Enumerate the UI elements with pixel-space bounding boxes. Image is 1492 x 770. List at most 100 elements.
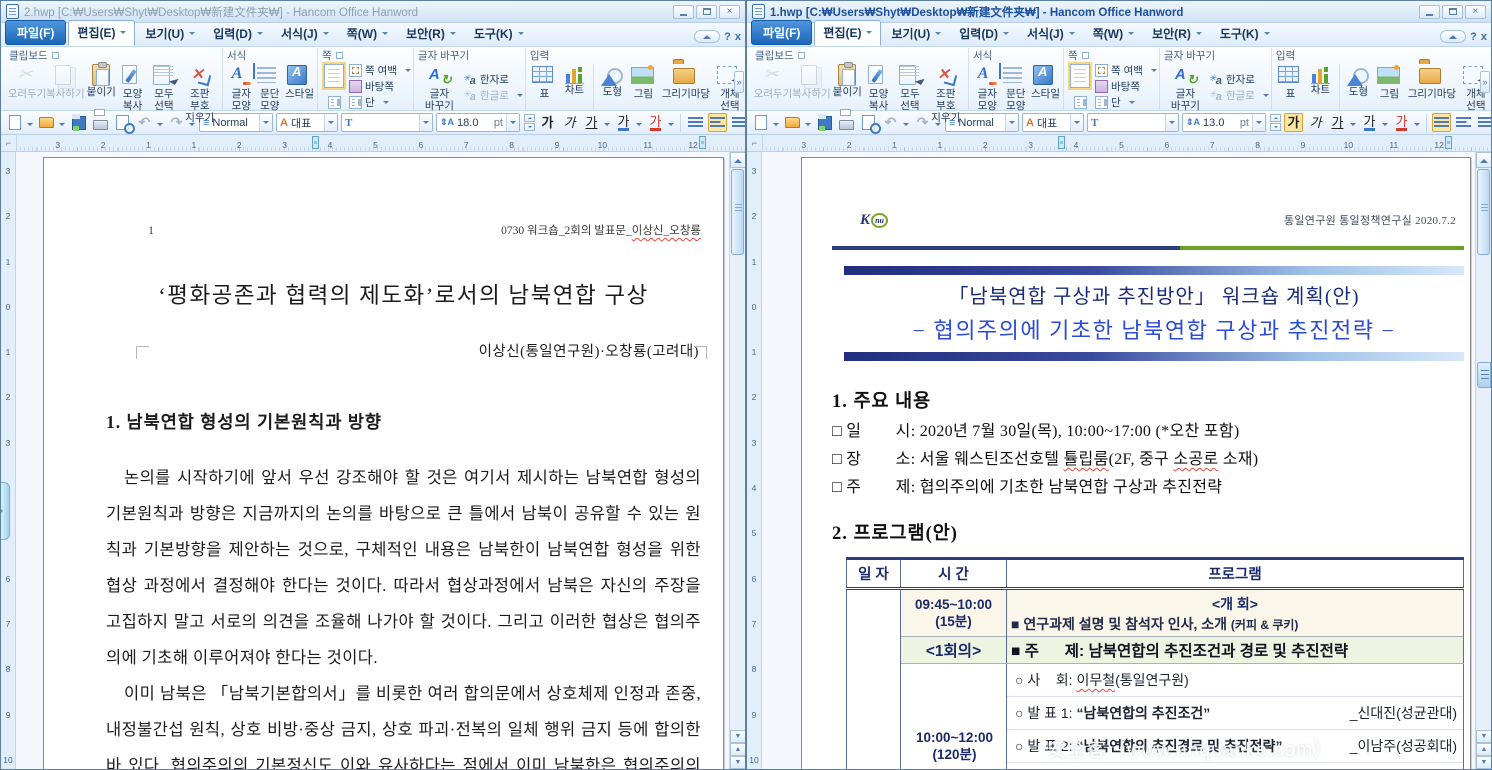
menu-security[interactable]: 보안(R) [398, 22, 464, 46]
undo-button[interactable] [135, 113, 154, 132]
scroll-down-button[interactable]: ▼ [730, 730, 745, 743]
page-margin-button[interactable]: 쪽 여백 [1095, 63, 1157, 78]
scroll-up-button[interactable] [730, 152, 745, 168]
document-page[interactable]: 1 0730 워크숍_2회의 발표문_이상신_오창룡 ‘평화공존과 협력의 제도… [43, 157, 724, 769]
next-page-button[interactable]: ▼ [730, 756, 745, 769]
italic-button[interactable]: 가 [560, 113, 579, 132]
menu-view[interactable]: 보기(U) [137, 22, 203, 46]
to-hangul-button[interactable]: 한글로 [1209, 88, 1269, 103]
chart-button[interactable]: 차트 [1305, 62, 1336, 113]
menu-file[interactable]: 파일(F) [751, 20, 813, 45]
chart-button[interactable]: 차트 [559, 62, 590, 113]
redo-button[interactable] [913, 113, 932, 132]
dialog-launcher-icon[interactable] [797, 52, 805, 59]
size-spinner[interactable] [524, 114, 535, 131]
base-page-button[interactable]: 바탕쪽 [1095, 79, 1157, 94]
save-button[interactable] [815, 113, 834, 132]
vertical-scrollbar[interactable]: ▼ ▲ ▼ [1475, 152, 1491, 769]
maximize-button[interactable] [1442, 4, 1463, 19]
vertical-ruler[interactable]: 321012345678910111213 [1, 152, 16, 769]
maximize-button[interactable] [696, 4, 717, 19]
style-button[interactable]: 스타일 [1030, 62, 1061, 113]
dialog-launcher-icon[interactable] [51, 52, 59, 59]
vertical-scrollbar[interactable]: ▼ ▲ ▼ [729, 152, 745, 769]
char-color-button[interactable]: 가 [614, 113, 633, 132]
scroll-down-button[interactable]: ▼ [1476, 730, 1491, 743]
underline-button[interactable]: 가 [582, 113, 601, 132]
open-button[interactable] [37, 113, 56, 132]
columns-icon[interactable] [327, 96, 341, 109]
document-tab-handle[interactable] [1477, 362, 1491, 388]
font-select[interactable]: T [341, 113, 433, 132]
italic-button[interactable]: 가 [1306, 113, 1325, 132]
page-icon[interactable] [324, 64, 344, 88]
menu-security[interactable]: 보안(R) [1144, 22, 1210, 46]
to-hanja-button[interactable]: 한자로 [1209, 72, 1269, 87]
scroll-thumb[interactable] [1477, 169, 1490, 255]
char-color-button[interactable]: 가 [1360, 113, 1379, 132]
scroll-thumb[interactable] [731, 169, 744, 255]
char-replace-button[interactable]: 글자 바꾸기 [418, 62, 461, 113]
minimize-button[interactable] [673, 4, 694, 19]
table-button[interactable]: 표 [530, 62, 559, 113]
dialog-launcher-icon[interactable] [1081, 52, 1089, 59]
ribbon-more-button[interactable] [734, 71, 744, 93]
align-justify-button[interactable] [1432, 113, 1451, 132]
close-doc-button[interactable]: x [1481, 31, 1487, 43]
columns-icon[interactable] [1073, 96, 1087, 109]
to-hanja-button[interactable]: 한자로 [463, 72, 523, 87]
tab-selector[interactable]: ⌐ [1, 135, 17, 151]
collapse-ribbon-button[interactable] [694, 30, 721, 43]
menu-format[interactable]: 서식(J) [1019, 22, 1083, 46]
scroll-up-button[interactable] [1476, 152, 1491, 168]
drawing-button[interactable]: 그리기마당 [659, 62, 713, 113]
menu-tools[interactable]: 도구(K) [1212, 22, 1278, 46]
style-button[interactable]: 스타일 [284, 62, 315, 113]
new-document-button[interactable] [751, 113, 770, 132]
dialog-launcher-icon[interactable] [335, 52, 343, 59]
char-replace-button[interactable]: 글자 바꾸기 [1164, 62, 1207, 113]
prev-page-button[interactable]: ▲ [1476, 743, 1491, 756]
para-shape-button[interactable]: 문단 모양 [256, 62, 285, 113]
align-left-button[interactable] [1454, 113, 1473, 132]
menu-page[interactable]: 쪽(W) [339, 22, 396, 46]
panel-handle[interactable] [1, 482, 10, 540]
drawing-button[interactable]: 그리기마당 [1405, 62, 1459, 113]
print-button[interactable] [91, 113, 110, 132]
collapse-ribbon-button[interactable] [1440, 30, 1467, 43]
document-area[interactable]: 321012345678910111213 Knu 통일연구원 통일정책연구실 … [747, 152, 1491, 769]
font-select[interactable]: T [1087, 113, 1179, 132]
shape-button[interactable]: 도형 [1343, 62, 1374, 113]
columns-button[interactable]: 단 [349, 95, 411, 110]
rep-style-select[interactable]: A 대표 [1022, 113, 1084, 132]
shape-button[interactable]: 도형 [597, 62, 628, 113]
align-left-button[interactable] [708, 113, 727, 132]
table-button[interactable]: 표 [1276, 62, 1305, 113]
next-page-button[interactable]: ▼ [1476, 756, 1491, 769]
page-icon[interactable] [1070, 64, 1090, 88]
menu-view[interactable]: 보기(U) [883, 22, 949, 46]
align-justify-button[interactable] [686, 113, 705, 132]
tab-selector[interactable]: ⌐ [747, 135, 763, 151]
align-center-button[interactable] [1476, 113, 1491, 132]
align-center-button[interactable] [730, 113, 745, 132]
bold-button[interactable]: 가 [1284, 113, 1303, 132]
page-margin-button[interactable]: 쪽 여백 [349, 63, 411, 78]
menu-format[interactable]: 서식(J) [273, 22, 337, 46]
menu-edit[interactable]: 편집(E) [814, 20, 882, 46]
new-document-button[interactable] [5, 113, 24, 132]
picture-button[interactable]: 그림 [628, 62, 659, 113]
undo-button[interactable] [881, 113, 900, 132]
to-hangul-button[interactable]: 한글로 [463, 88, 523, 103]
underline-button[interactable]: 가 [1328, 113, 1347, 132]
close-button[interactable]: × [1465, 4, 1486, 19]
font-size-select[interactable]: ⇕A 13.0 pt [1182, 113, 1266, 132]
highlight-color-button[interactable]: 가 [646, 113, 665, 132]
close-button[interactable]: × [719, 4, 740, 19]
bold-button[interactable]: 가 [538, 113, 557, 132]
vertical-ruler[interactable]: 321012345678910111213 [747, 152, 762, 769]
document-area[interactable]: 321012345678910111213 1 0730 워크숍_2회의 발표문… [1, 152, 745, 769]
highlight-color-button[interactable]: 가 [1392, 113, 1411, 132]
menu-file[interactable]: 파일(F) [5, 20, 67, 45]
para-shape-button[interactable]: 문단 모양 [1002, 62, 1031, 113]
